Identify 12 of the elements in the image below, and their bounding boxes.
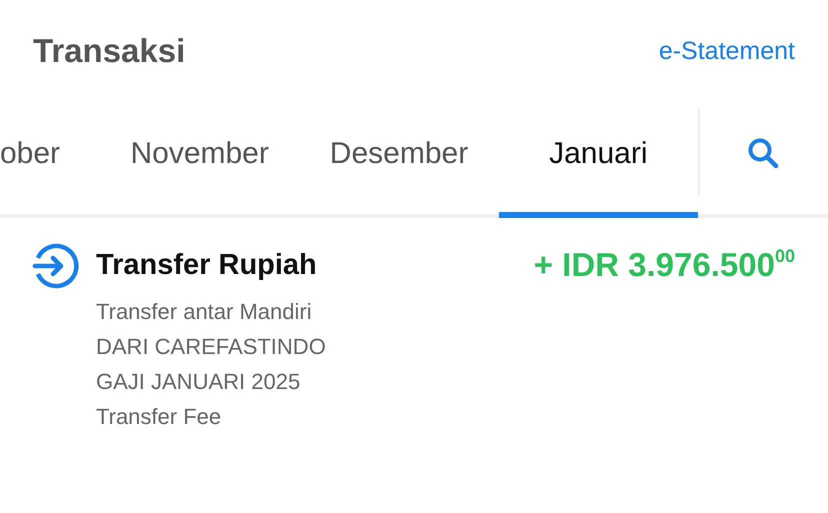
transaction-detail: GAJI JANUARI 2025 bbox=[96, 368, 300, 396]
transaction-detail: Transfer Fee bbox=[96, 403, 222, 431]
month-tab[interactable]: ober bbox=[0, 102, 100, 218]
transaction-detail: DARI CAREFASTINDO bbox=[96, 333, 326, 361]
transfer-in-icon bbox=[31, 241, 81, 291]
transaction-detail: Transfer antar Mandiri bbox=[96, 298, 312, 326]
month-tab[interactable]: November bbox=[100, 102, 300, 218]
month-tab[interactable]: Desember bbox=[299, 102, 499, 218]
e-statement-link[interactable]: e-Statement bbox=[658, 36, 795, 66]
transaction-amount: + IDR 3.976.500$^{00}$ bbox=[534, 246, 795, 284]
transaction-title: Transfer Rupiah bbox=[96, 248, 317, 282]
page-title: Transaksi bbox=[33, 32, 186, 70]
